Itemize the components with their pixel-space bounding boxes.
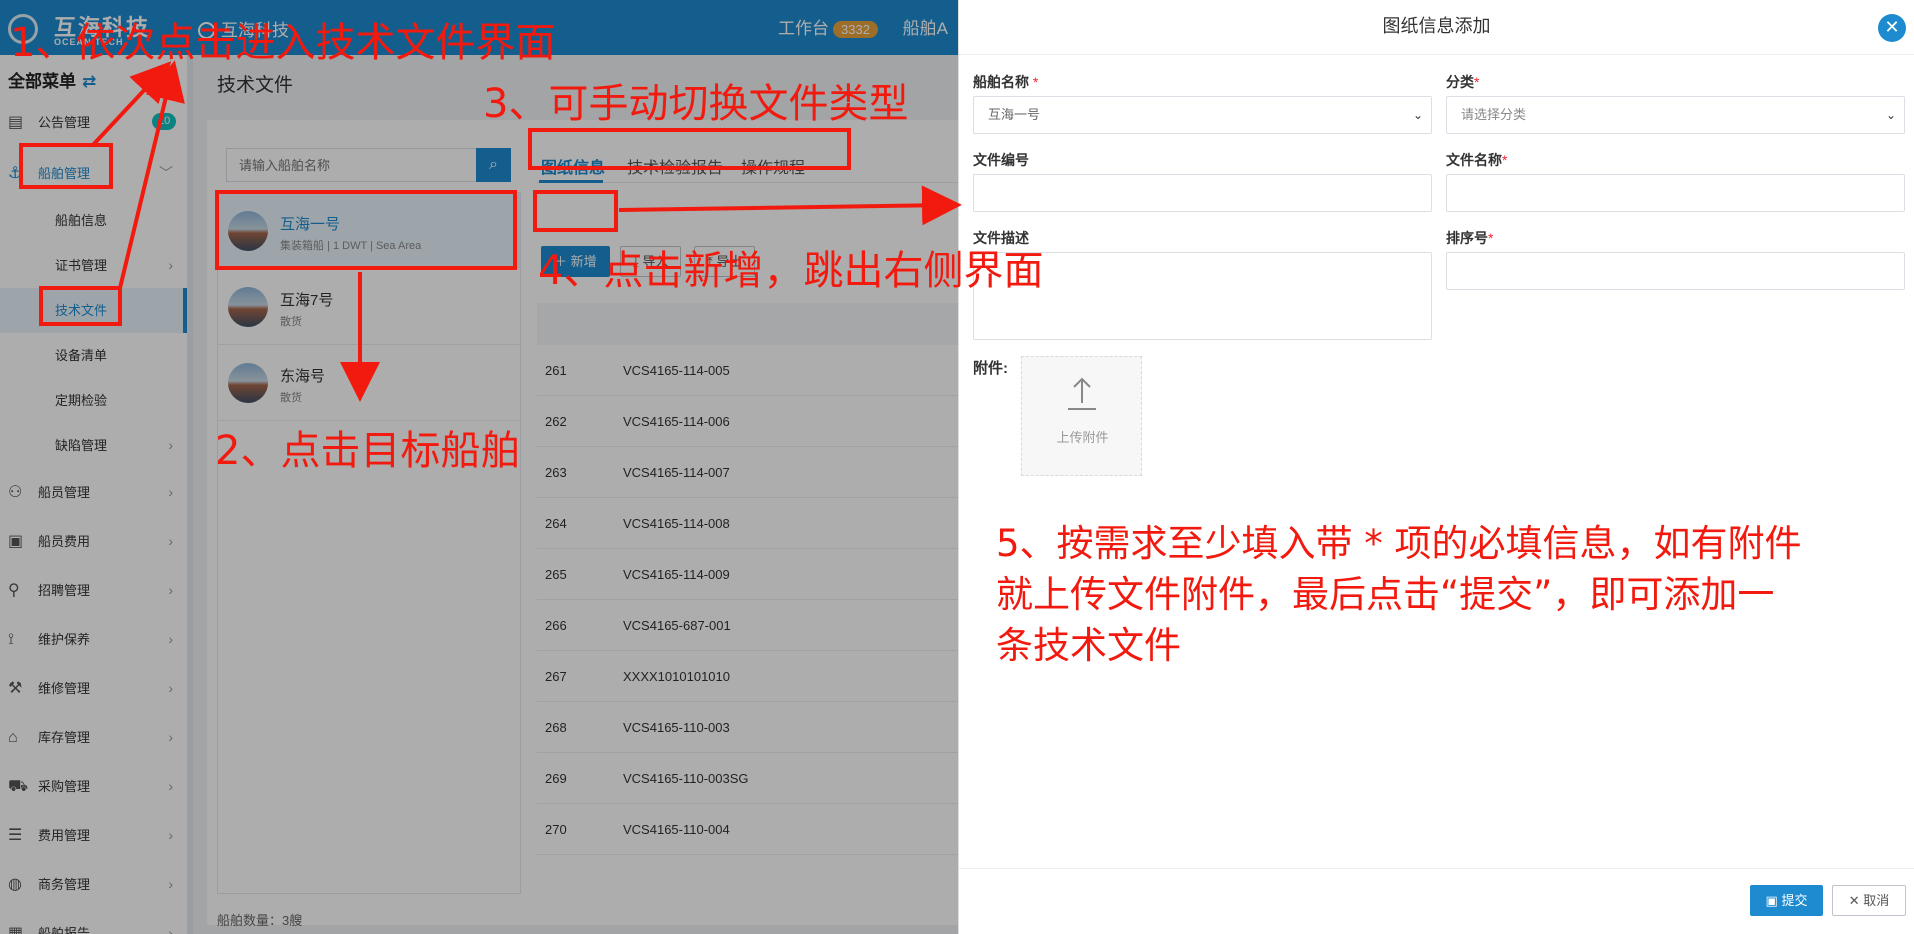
annotation-step-5: 5、按需求至少填入带 * 项的必填信息，如有附件 就上传文件附件，最后点击“提交… [996, 518, 1802, 671]
arrow-to-menu [90, 61, 172, 148]
annotation-step-1: 1、依次点击进入技术文件界面 [10, 20, 556, 66]
annotation-step-5-line: 5、按需求至少填入带 * 项的必填信息，如有附件 [996, 522, 1802, 565]
arrow-to-menu-2 [118, 60, 185, 289]
annotation-step-4: 4、点击新增，跳出右侧界面 [538, 248, 1044, 294]
arrow-to-drawer [618, 185, 962, 226]
annotation-step-2: 2、点击目标船舶 [215, 428, 521, 474]
annotation-step-5-line: 条技术文件 [996, 624, 1181, 667]
annotation-step-3: 3、可手动切换文件类型 [483, 81, 909, 127]
annotation-step-5-line: 就上传文件附件，最后点击“提交”，即可添加一 [996, 573, 1775, 616]
